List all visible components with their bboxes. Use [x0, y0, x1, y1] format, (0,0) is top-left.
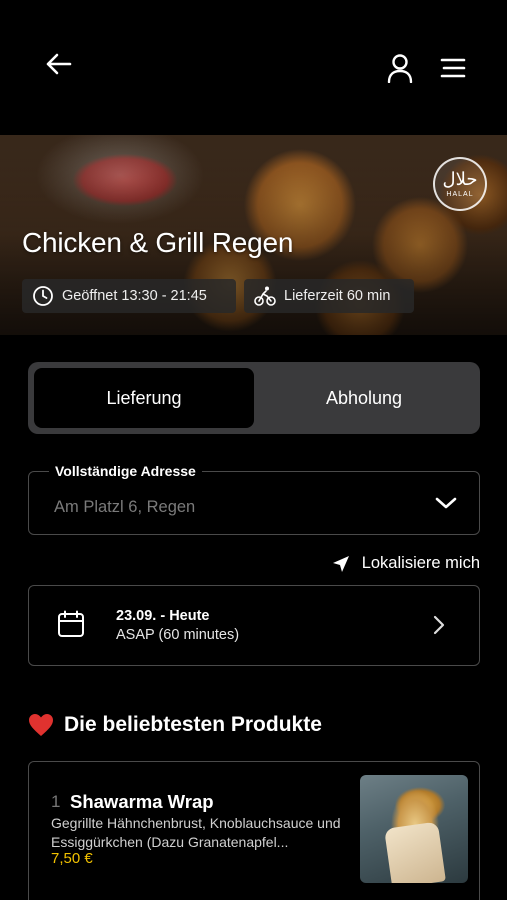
delivery-date: 23.09. - Heute — [116, 608, 210, 624]
top-bar — [0, 0, 507, 135]
delivery-time-selector[interactable]: 23.09. - Heute ASAP (60 minutes) — [28, 585, 480, 666]
calendar-icon — [58, 610, 84, 637]
product-card[interactable]: 1 Shawarma Wrap Gegrillte Hähnchenbrust,… — [28, 761, 480, 900]
product-price: 7,50 € — [51, 850, 93, 867]
bicycle-courier-icon — [254, 285, 276, 307]
chevron-right-icon — [433, 615, 445, 635]
hamburger-menu-icon — [440, 58, 466, 78]
opening-hours-chip: Geöffnet 13:30 - 21:45 — [22, 279, 236, 313]
arrow-left-icon — [46, 53, 72, 75]
menu-button[interactable] — [433, 50, 473, 86]
delivery-time-chip: Lieferzeit 60 min — [244, 279, 414, 313]
address-select[interactable]: Vollständige Adresse Am Platzl 6, Regen — [28, 463, 480, 535]
product-description: Gegrillte Hähnchenbrust, Knoblauchsauce … — [51, 815, 341, 850]
halal-badge: حلال HALAL — [433, 157, 487, 211]
location-arrow-icon — [332, 555, 350, 573]
heart-icon — [28, 713, 54, 737]
halal-script: حلال — [442, 168, 478, 190]
address-value: Am Platzl 6, Regen — [54, 498, 196, 516]
delivery-time-option: ASAP (60 minutes) — [116, 627, 240, 643]
mode-pickup-button[interactable]: Abholung — [254, 368, 474, 428]
locate-me-label: Lokalisiere mich — [361, 554, 480, 572]
restaurant-name: Chicken & Grill Regen — [22, 227, 294, 258]
wrap-shape — [384, 821, 446, 883]
hero-banner: حلال HALAL Chicken & Grill Regen Geöffne… — [0, 135, 507, 335]
locate-me-button[interactable]: Lokalisiere mich — [332, 554, 480, 573]
product-name: Shawarma Wrap — [70, 791, 214, 812]
order-mode-switch: Lieferung Abholung — [28, 362, 480, 434]
back-button[interactable] — [38, 46, 78, 82]
popular-products-title: Die beliebtesten Produkte — [64, 713, 322, 736]
clock-icon — [32, 285, 54, 307]
product-rank: 1 — [51, 792, 61, 811]
user-icon — [387, 54, 413, 83]
delivery-time-text: Lieferzeit 60 min — [284, 288, 391, 304]
chevron-down-icon — [435, 497, 457, 509]
halal-label: HALAL — [446, 190, 474, 198]
address-label: Vollständige Adresse — [49, 463, 202, 479]
account-button[interactable] — [380, 50, 420, 86]
popular-products-heading: Die beliebtesten Produkte — [28, 713, 322, 737]
mode-delivery-button[interactable]: Lieferung — [34, 368, 254, 428]
opening-hours-text: Geöffnet 13:30 - 21:45 — [62, 288, 207, 304]
product-image — [360, 775, 468, 883]
